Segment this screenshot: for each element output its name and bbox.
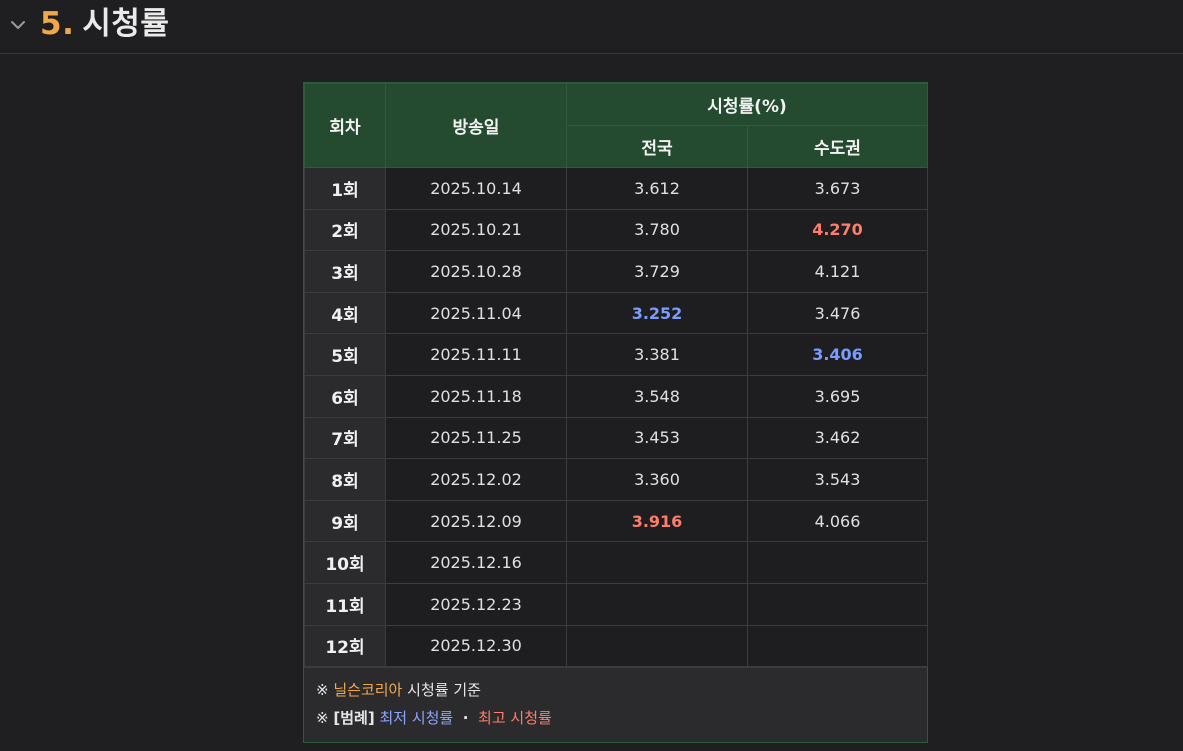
table-row: 7회 2025.11.25 3.453 3.462	[304, 416, 928, 460]
cell-metro: 3.543	[747, 458, 928, 501]
footnote-source-rest: 시청률 기준	[407, 681, 481, 700]
cell-metro: 3.406	[747, 333, 928, 376]
cell-metro: 4.270	[747, 208, 928, 252]
cell-air-date: 2025.12.23	[385, 582, 567, 626]
cell-air-date: 2025.10.14	[385, 167, 567, 210]
cell-air-date: 2025.12.02	[385, 458, 567, 501]
section-title: 5. 시청률	[40, 2, 169, 46]
cell-air-date: 2025.12.09	[385, 499, 567, 543]
cell-metro	[747, 624, 928, 668]
cell-nationwide: 3.729	[566, 250, 748, 293]
footnote-mark: ※	[316, 709, 329, 728]
cell-nationwide	[566, 624, 748, 668]
table-row: 2회 2025.10.21 3.780 4.270	[304, 208, 928, 252]
cell-nationwide: 3.612	[566, 167, 748, 210]
cell-metro	[747, 582, 928, 626]
table-row: 5회 2025.11.11 3.381 3.406	[304, 333, 928, 376]
cell-episode: 11회	[304, 582, 386, 626]
table-row: 12회 2025.12.30	[304, 624, 928, 668]
cell-nationwide: 3.780	[566, 208, 748, 252]
cell-episode: 6회	[304, 374, 386, 418]
table-row: 3회 2025.10.28 3.729 4.121	[304, 250, 928, 293]
legend-label: [범례]	[333, 709, 375, 728]
cell-metro: 4.121	[747, 250, 928, 293]
header-episode: 회차	[304, 83, 386, 168]
ratings-table-container: 회차 방송일 시청률(%) 전국 수도권 1회 2025.10.14 3.612 3.…	[303, 82, 928, 744]
cell-nationwide: 3.252	[566, 291, 748, 335]
footnote-source-line: ※ 닐슨코리아 시청률 기준	[316, 676, 915, 704]
cell-episode: 4회	[304, 291, 386, 335]
cell-nationwide: 3.360	[566, 458, 748, 501]
cell-nationwide	[566, 541, 748, 584]
cell-air-date: 2025.11.18	[385, 374, 567, 418]
section-number: 5.	[40, 6, 75, 42]
cell-nationwide: 3.381	[566, 333, 748, 376]
table-row: 10회 2025.12.16	[304, 541, 928, 584]
cell-episode: 12회	[304, 624, 386, 668]
cell-episode: 10회	[304, 541, 386, 584]
cell-episode: 9회	[304, 499, 386, 543]
cell-metro: 3.476	[747, 291, 928, 335]
cell-episode: 2회	[304, 208, 386, 252]
header-metro: 수도권	[747, 125, 928, 168]
section-title-text: 시청률	[82, 6, 170, 42]
legend-high: 최고 시청률	[478, 709, 552, 728]
cell-nationwide: 3.916	[566, 499, 748, 543]
footnote: ※ 닐슨코리아 시청률 기준 ※ [범례] 최저 시청률 · 최고 시청률	[304, 667, 927, 743]
cell-air-date: 2025.10.21	[385, 208, 567, 252]
cell-metro: 4.066	[747, 499, 928, 543]
ratings-table: 회차 방송일 시청률(%) 전국 수도권 1회 2025.10.14 3.612 3.…	[304, 83, 928, 668]
cell-nationwide: 3.453	[566, 416, 748, 460]
header-nationwide: 전국	[566, 125, 748, 168]
legend-separator: ·	[462, 709, 469, 728]
table-row: 1회 2025.10.14 3.612 3.673	[304, 167, 928, 210]
cell-episode: 8회	[304, 458, 386, 501]
cell-episode: 7회	[304, 416, 386, 460]
cell-episode: 3회	[304, 250, 386, 293]
cell-air-date: 2025.10.28	[385, 250, 567, 293]
cell-episode: 5회	[304, 333, 386, 376]
footnote-source: 닐슨코리아	[333, 681, 403, 700]
cell-metro	[747, 541, 928, 584]
cell-air-date: 2025.11.11	[385, 333, 567, 376]
chevron-down-icon[interactable]	[9, 16, 27, 34]
header-air-date: 방송일	[385, 83, 567, 168]
table-row: 9회 2025.12.09 3.916 4.066	[304, 499, 928, 543]
cell-nationwide: 3.548	[566, 374, 748, 418]
cell-air-date: 2025.12.16	[385, 541, 567, 584]
table-row: 6회 2025.11.18 3.548 3.695	[304, 374, 928, 418]
cell-air-date: 2025.12.30	[385, 624, 567, 668]
section-header: 5. 시청률	[0, 0, 1183, 54]
cell-metro: 3.695	[747, 374, 928, 418]
legend-low: 최저 시청률	[379, 709, 454, 728]
table-row: 11회 2025.12.23	[304, 582, 928, 626]
table-row: 8회 2025.12.02 3.360 3.543	[304, 458, 928, 501]
footnote-legend-line: ※ [범례] 최저 시청률 · 최고 시청률	[316, 704, 915, 732]
cell-episode: 1회	[304, 167, 386, 210]
cell-nationwide	[566, 582, 748, 626]
cell-air-date: 2025.11.25	[385, 416, 567, 460]
footnote-mark: ※	[316, 681, 329, 700]
cell-metro: 3.462	[747, 416, 928, 460]
header-rating-group: 시청률(%)	[566, 83, 928, 126]
table-row: 4회 2025.11.04 3.252 3.476	[304, 291, 928, 335]
cell-air-date: 2025.11.04	[385, 291, 567, 335]
cell-metro: 3.673	[747, 167, 928, 210]
